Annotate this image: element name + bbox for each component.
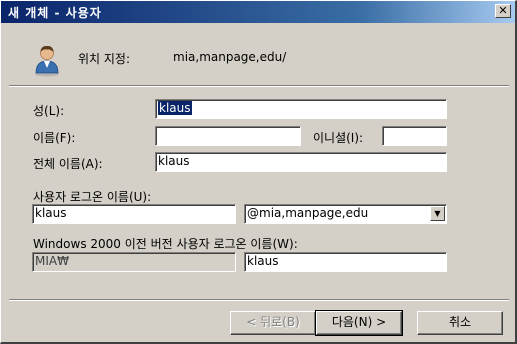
last-name-value: klaus [158,101,192,115]
close-icon: ✕ [498,4,508,17]
chevron-down-icon[interactable]: ▼ [430,206,445,221]
location-label: 위치 지정: [78,52,131,66]
pre2000-label: Windows 2000 이전 버전 사용자 로그온 이름(W): [33,237,298,251]
user-icon [35,45,59,77]
first-name-label: 이름(F): [33,131,76,145]
initials-field[interactable] [382,126,447,146]
title-bar: 새 개체 - 사용자 ✕ [1,1,515,23]
pre2000-name-field[interactable]: klaus [244,252,447,272]
location-value: mia,manpage,edu/ [173,50,287,64]
full-name-field[interactable]: klaus [155,152,447,172]
pre2000-name-value: klaus [247,254,279,268]
logon-name-label: 사용자 로그온 이름(U): [33,190,152,204]
back-button[interactable]: < 뒤로(B) [230,311,316,335]
first-name-field[interactable] [155,126,301,146]
last-name-field[interactable]: klaus [155,99,447,119]
next-button[interactable]: 다음(N) > [315,310,403,336]
pre2000-domain-value: MIA₩ [35,254,69,268]
upn-suffix-value: @mia,manpage,edu [247,206,369,220]
full-name-label: 전체 이름(A): [33,157,103,171]
upn-suffix-select[interactable]: @mia,manpage,edu ▼ [244,204,447,224]
window-title: 새 개체 - 사용자 [8,6,102,20]
new-user-dialog: 새 개체 - 사용자 ✕ 위치 지정: mia,manpage,edu/ 성(L… [0,0,517,344]
logon-name-value: klaus [35,206,67,220]
cancel-button[interactable]: 취소 [417,311,503,335]
last-name-label: 성(L): [33,104,65,118]
separator-top [9,85,509,87]
logon-name-field[interactable]: klaus [32,204,236,224]
pre2000-domain-field: MIA₩ [32,252,236,272]
separator-bottom [9,299,509,301]
initials-label: 이니셜(I): [313,131,364,145]
close-button[interactable]: ✕ [495,4,511,18]
full-name-value: klaus [158,154,190,168]
